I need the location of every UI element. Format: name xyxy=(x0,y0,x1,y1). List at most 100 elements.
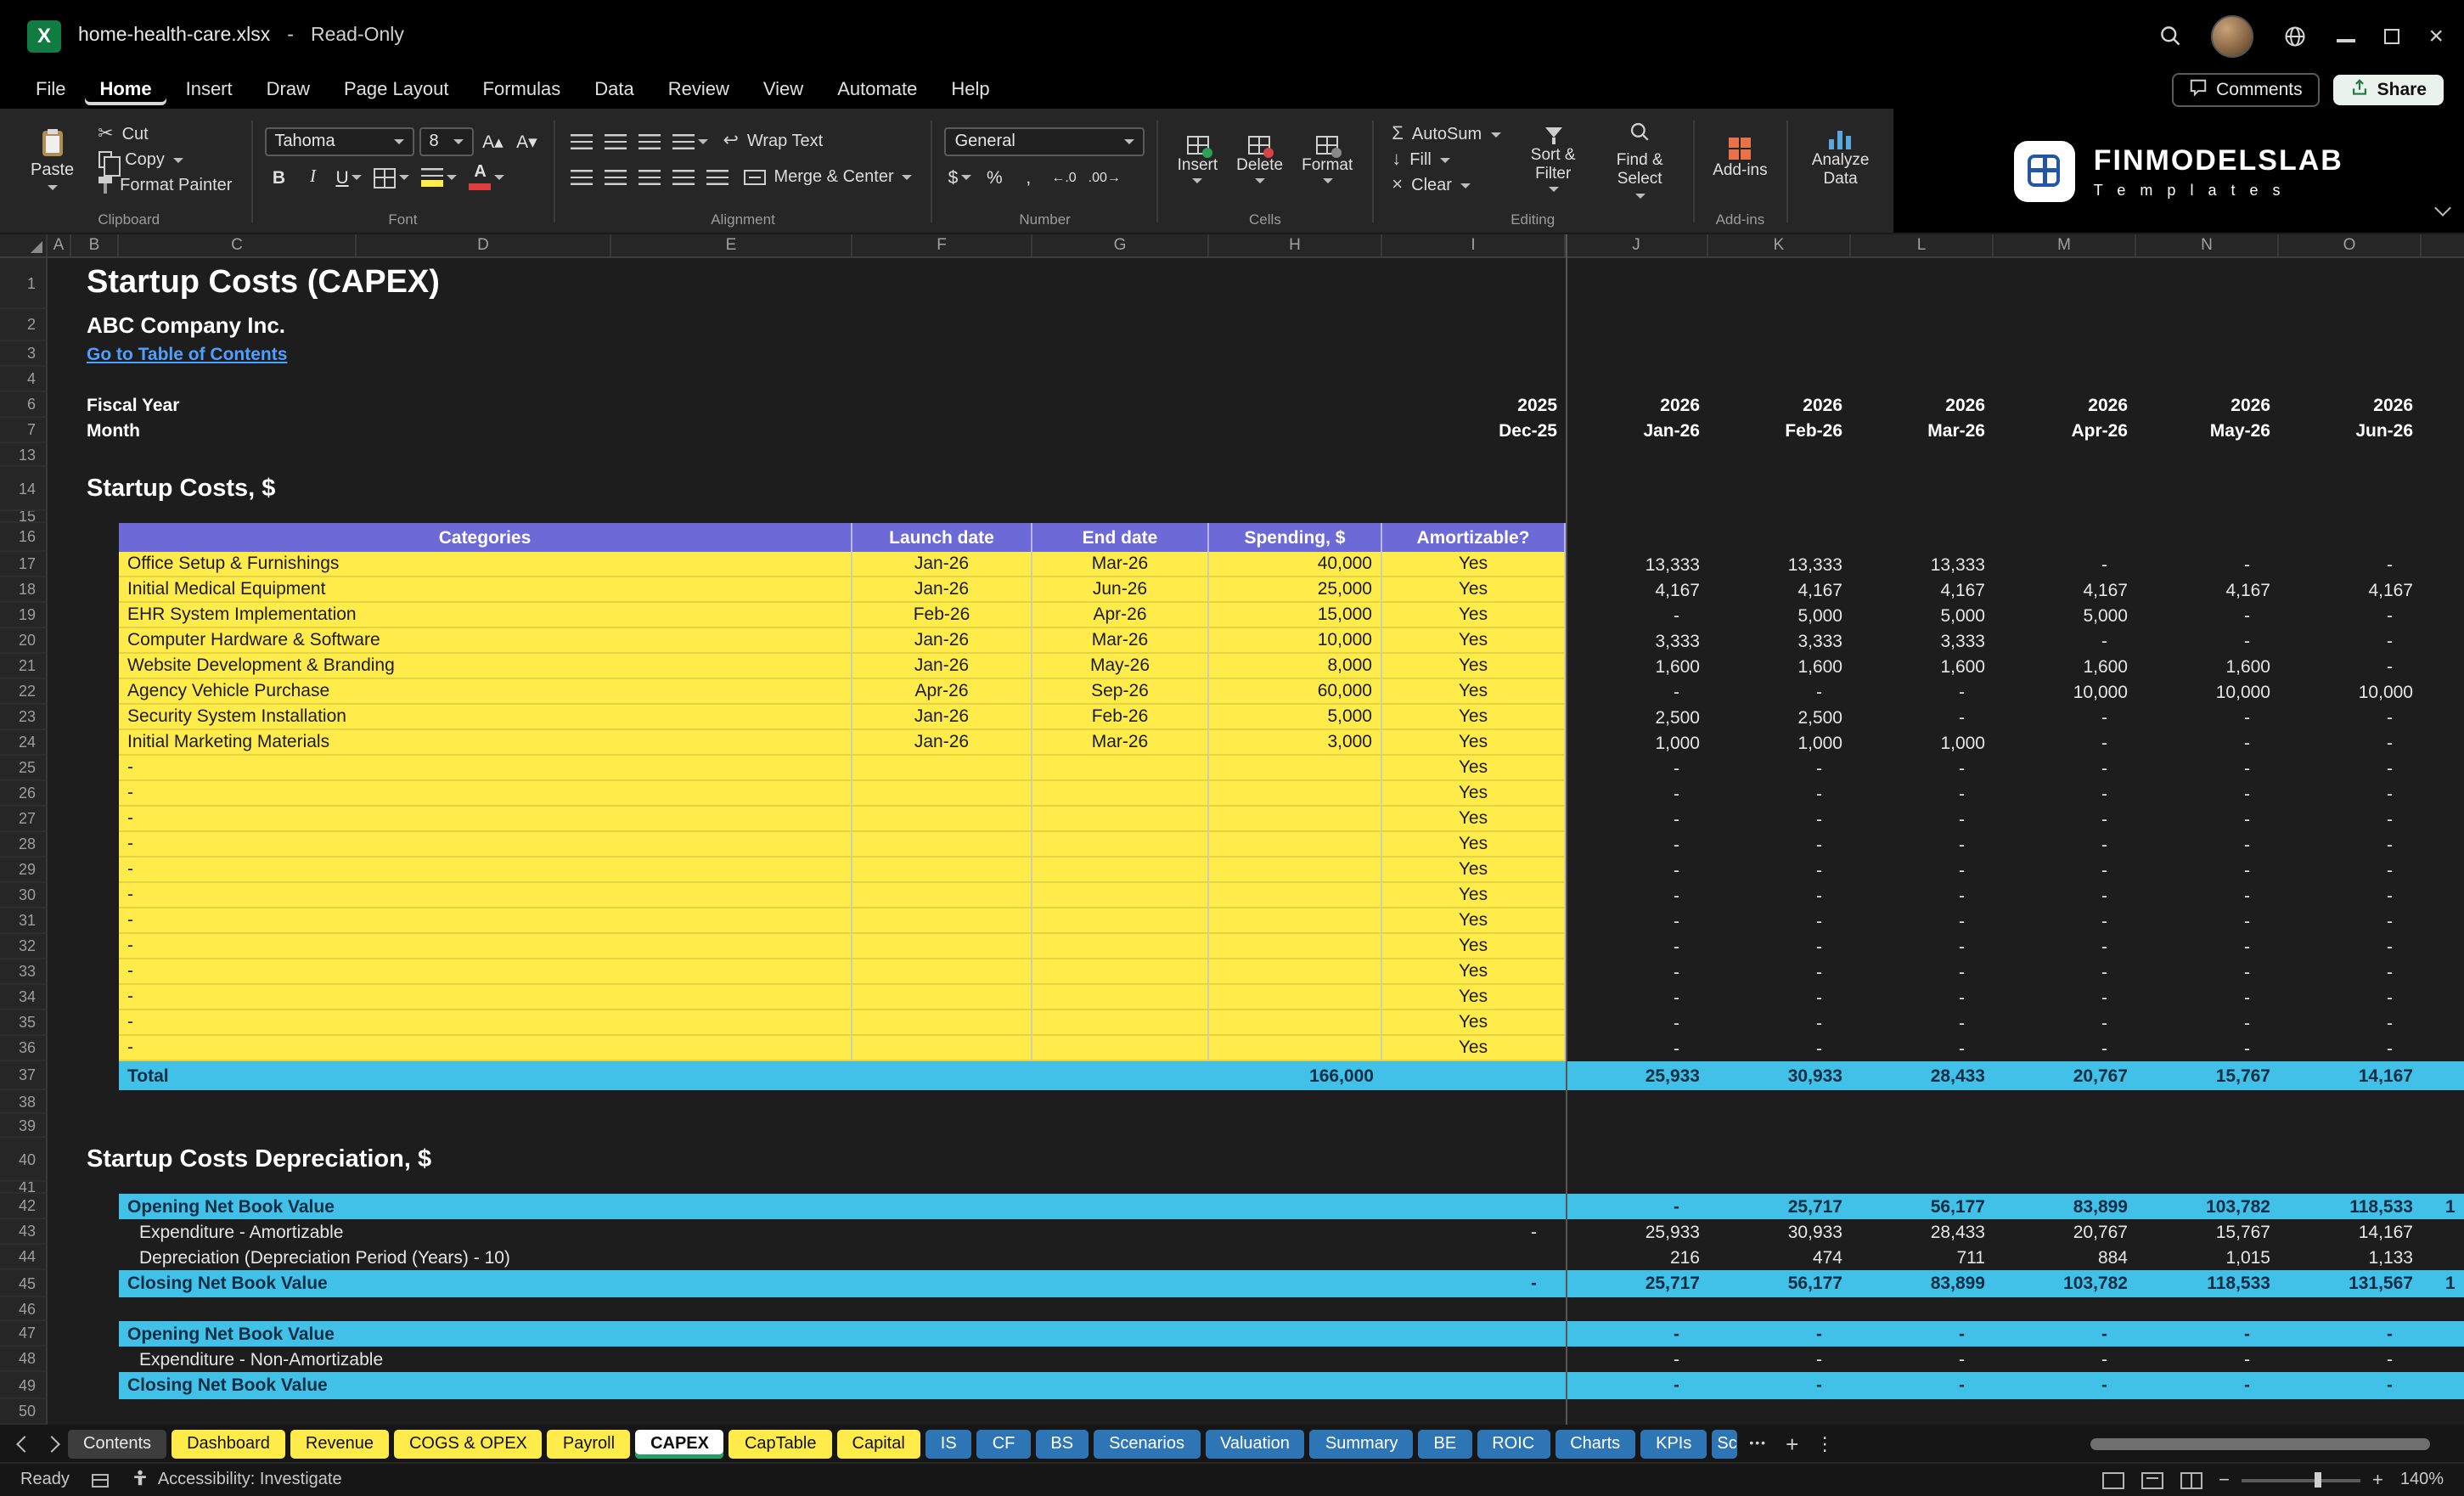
cell[interactable] xyxy=(1032,781,1209,807)
cell[interactable] xyxy=(1209,959,1382,985)
cell[interactable]: - xyxy=(1994,552,2136,577)
cell[interactable]: Yes xyxy=(1382,883,1566,908)
column-header-E[interactable]: E xyxy=(611,234,852,256)
cell[interactable]: 1,600 xyxy=(2136,654,2279,679)
cell[interactable] xyxy=(2422,883,2464,908)
cell[interactable]: Feb-26 xyxy=(1708,418,1851,443)
sheet-tab-cogs-opex[interactable]: COGS & OPEX xyxy=(393,1429,543,1458)
row-header[interactable]: 50 xyxy=(0,1399,48,1425)
cell[interactable]: Initial Marketing Materials xyxy=(119,730,852,756)
cell[interactable]: EHR System Implementation xyxy=(119,603,852,628)
cell[interactable] xyxy=(2422,1036,2464,1061)
normal-view-button[interactable] xyxy=(2101,1471,2124,1488)
cell[interactable] xyxy=(48,832,119,858)
column-header-F[interactable]: F xyxy=(852,234,1032,256)
cell[interactable]: - xyxy=(1851,1372,1994,1399)
cell[interactable] xyxy=(2422,1347,2464,1372)
row-header[interactable]: 28 xyxy=(0,832,48,858)
cell[interactable] xyxy=(48,985,119,1010)
cell[interactable] xyxy=(2422,959,2464,985)
cell[interactable] xyxy=(48,367,2464,392)
cell[interactable]: 40,000 xyxy=(1209,552,1382,577)
select-all-corner[interactable] xyxy=(0,234,48,256)
cell[interactable]: - xyxy=(1708,1347,1851,1372)
row-header[interactable]: 33 xyxy=(0,959,48,985)
column-header-J[interactable]: J xyxy=(1566,234,1708,256)
cell[interactable]: 10,000 xyxy=(1994,679,2136,705)
cell[interactable]: 10,000 xyxy=(1209,628,1382,654)
cell[interactable] xyxy=(1032,807,1209,832)
cell[interactable]: - xyxy=(2279,985,2422,1010)
cell[interactable]: - xyxy=(1708,781,1851,807)
cell[interactable] xyxy=(1382,1061,1566,1090)
cell[interactable]: 2025 xyxy=(1382,392,1566,418)
cell[interactable]: 13,333 xyxy=(1708,552,1851,577)
sheet-tab-contents[interactable]: Contents xyxy=(68,1429,167,1458)
bold-button[interactable]: B xyxy=(264,163,293,192)
cell[interactable]: Yes xyxy=(1382,781,1566,807)
cell[interactable] xyxy=(48,1194,119,1219)
cell[interactable]: - xyxy=(1994,1372,2136,1399)
cell[interactable]: 1,000 xyxy=(1708,730,1851,756)
cell[interactable] xyxy=(48,418,71,443)
sheet-tab-payroll[interactable]: Payroll xyxy=(547,1429,631,1458)
cell[interactable]: - xyxy=(1994,1321,2136,1347)
row-header[interactable]: 22 xyxy=(0,679,48,705)
cell[interactable]: 474 xyxy=(1708,1245,1851,1270)
cell[interactable]: 5,000 xyxy=(1851,603,1994,628)
cell[interactable] xyxy=(1032,883,1209,908)
cell[interactable]: Yes xyxy=(1382,705,1566,730)
menu-tab-data[interactable]: Data xyxy=(579,75,650,105)
row-header[interactable]: 20 xyxy=(0,628,48,654)
cell[interactable]: - xyxy=(1851,807,1994,832)
row-header[interactable]: 46 xyxy=(0,1297,48,1321)
sheet-tab-valuation[interactable]: Valuation xyxy=(1205,1429,1305,1458)
cell[interactable]: - xyxy=(1994,807,2136,832)
cell[interactable]: 13,333 xyxy=(1566,552,1708,577)
cell[interactable]: 8,000 xyxy=(1209,654,1382,679)
cell[interactable]: - xyxy=(1566,832,1708,858)
collapse-ribbon-icon[interactable] xyxy=(2434,192,2451,222)
menu-tab-view[interactable]: View xyxy=(748,75,819,105)
cell[interactable]: - xyxy=(1566,1036,1708,1061)
cell[interactable] xyxy=(48,552,119,577)
cell[interactable] xyxy=(1382,1347,1566,1372)
row-header[interactable]: 47 xyxy=(0,1321,48,1347)
column-header-B[interactable]: B xyxy=(71,234,119,256)
more-sheets-button[interactable]: ••• xyxy=(1742,1437,1774,1449)
cell[interactable] xyxy=(1382,1245,1566,1270)
cell[interactable]: 2026 xyxy=(1708,392,1851,418)
cell[interactable] xyxy=(48,443,2464,467)
cell[interactable] xyxy=(852,1061,1032,1090)
cell[interactable] xyxy=(2422,1061,2464,1090)
cell[interactable]: Mar-26 xyxy=(1851,418,1994,443)
cell[interactable]: - xyxy=(2136,807,2279,832)
close-button[interactable]: × xyxy=(2428,23,2444,48)
cell[interactable]: - xyxy=(1851,1036,1994,1061)
fill-color-button[interactable] xyxy=(419,163,461,192)
row-header[interactable]: 44 xyxy=(0,1245,48,1270)
cell[interactable]: - xyxy=(2279,628,2422,654)
sheet-tab-roic[interactable]: ROIC xyxy=(1477,1429,1550,1458)
cell[interactable]: - xyxy=(1994,781,2136,807)
cell[interactable] xyxy=(48,1372,119,1399)
cell[interactable]: 10,000 xyxy=(2136,679,2279,705)
cell[interactable]: 1,600 xyxy=(1566,654,1708,679)
cell[interactable] xyxy=(2422,1321,2464,1347)
cell[interactable]: 166,000 xyxy=(1209,1061,1382,1090)
cell[interactable]: 884 xyxy=(1994,1245,2136,1270)
cell[interactable]: 28,433 xyxy=(1851,1219,1994,1245)
sheet-tab-bs[interactable]: BS xyxy=(1035,1429,1089,1458)
cell[interactable]: - xyxy=(1994,705,2136,730)
cell[interactable]: - xyxy=(2279,1321,2422,1347)
cell[interactable]: - xyxy=(2279,654,2422,679)
row-header[interactable]: 19 xyxy=(0,603,48,628)
row-header[interactable]: 16 xyxy=(0,523,48,552)
cell[interactable]: - xyxy=(2136,934,2279,959)
cell[interactable]: - xyxy=(1382,1219,1566,1245)
cell[interactable] xyxy=(2422,934,2464,959)
sheet-tab-cf[interactable]: CF xyxy=(976,1429,1031,1458)
cell[interactable] xyxy=(2422,628,2464,654)
row-header[interactable]: 15 xyxy=(0,511,48,523)
cell[interactable]: Office Setup & Furnishings xyxy=(119,552,852,577)
